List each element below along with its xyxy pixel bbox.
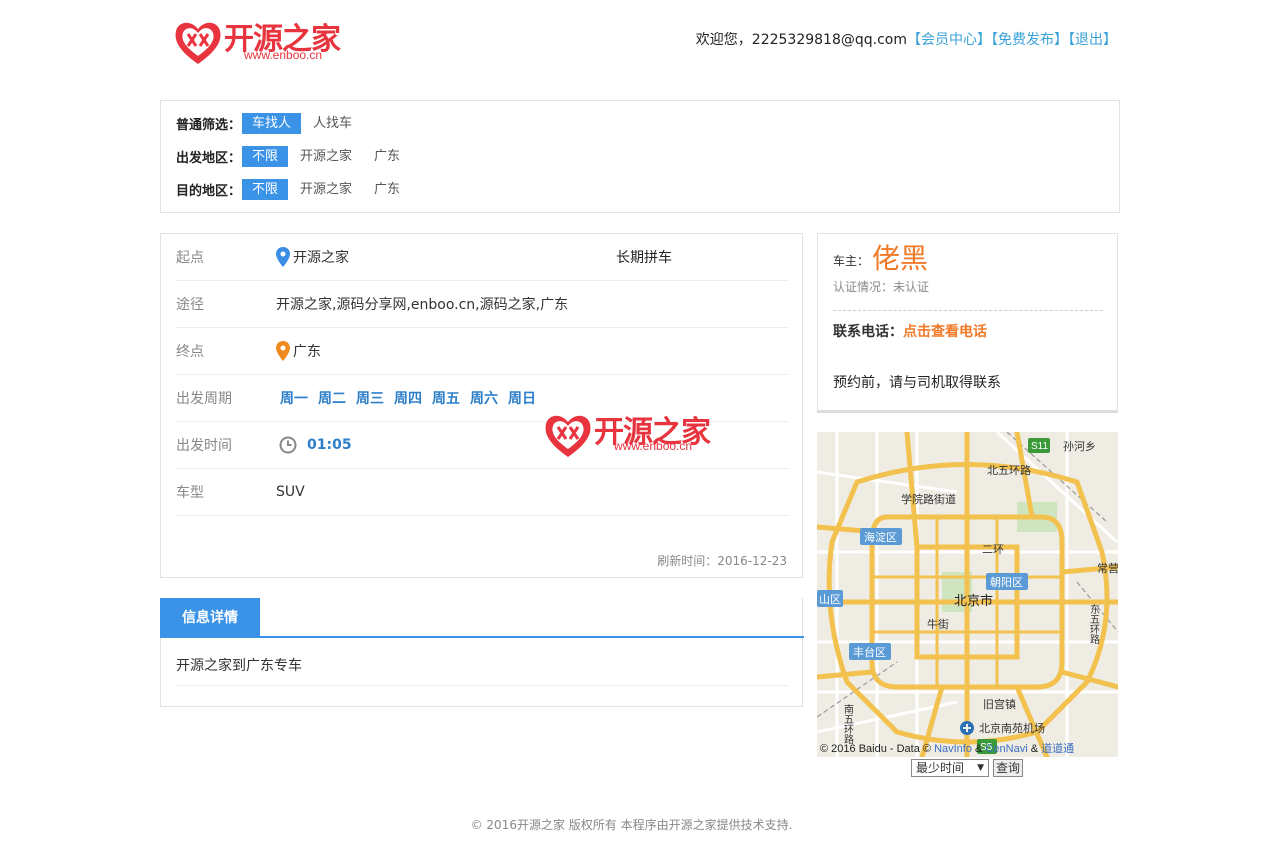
route-row-via: 途径 开源之家,源码分享网,enboo.cn,源码之家,广东	[176, 281, 789, 328]
cycle-label: 出发周期	[176, 391, 232, 407]
map-label-fengtai: 丰台区	[853, 645, 886, 659]
filter-label: 出发地区：	[176, 150, 242, 166]
clock-icon	[279, 436, 297, 454]
filter-label: 普通筛选：	[176, 117, 242, 133]
cennavi-link[interactable]: CenNavi	[985, 743, 1027, 755]
weekday-sat: 周六	[470, 391, 498, 407]
filter-panel: 普通筛选： 车找人 人找车 出发地区： 不限 开源之家 广东 目的地区： 不限 …	[160, 100, 1120, 213]
route-policy-select[interactable]: 最少时间 ▼	[911, 759, 989, 777]
owner-label: 车主：	[833, 254, 870, 268]
filter-option-guangdong[interactable]: 广东	[364, 146, 410, 167]
route-row-start: 起点 开源之家 长期拼车	[176, 234, 789, 281]
map-label-xueyuan: 学院路街道	[901, 492, 956, 506]
filter-option-kaiyuan[interactable]: 开源之家	[290, 179, 362, 200]
dropdown-arrow-icon: ▼	[977, 763, 984, 773]
map-label-shan: 山区	[819, 593, 841, 606]
filter-label: 目的地区：	[176, 183, 242, 199]
route-map[interactable]: 北五环路 学院路街道 海淀区 二环 朝阳区 北京市 山区 牛街 丰台区 旧宫镇 …	[817, 432, 1118, 757]
weekday-mon: 周一	[280, 391, 308, 407]
info-details-panel: 信息详情 开源之家到广东专车	[160, 598, 804, 707]
route-row-end: 终点 广东	[176, 328, 789, 375]
map-label-dongwuhuan: 东五环路	[1088, 603, 1100, 645]
details-body: 开源之家到广东专车	[176, 650, 789, 686]
map-label-chaoyang: 朝阳区	[990, 576, 1023, 589]
filter-option-car-find-people[interactable]: 车找人	[242, 112, 302, 134]
member-center-link[interactable]: 【会员中心】	[907, 32, 991, 48]
navinfo-link[interactable]: NavInfo	[934, 743, 972, 755]
contact-note: 预约前，请与司机取得联系	[833, 375, 1001, 391]
filter-row-destination: 目的地区： 不限 开源之家 广东	[176, 178, 412, 200]
map-label-nanwuhuan: 南五环路	[842, 703, 854, 745]
start-value: 开源之家	[293, 250, 349, 266]
watermark-url: www.enboo.cn	[614, 439, 693, 453]
airport-icon	[960, 721, 974, 735]
map-label-jiugong: 旧宫镇	[983, 697, 1016, 711]
divider	[833, 310, 1103, 311]
weekday-wed: 周三	[356, 391, 384, 407]
query-button[interactable]: 查询	[993, 759, 1024, 777]
filter-row-departure: 出发地区： 不限 开源之家 广东	[176, 145, 412, 167]
route-policy-value: 最少时间	[916, 761, 965, 775]
weekday-thu: 周四	[394, 391, 422, 407]
filter-row-type: 普通筛选： 车找人 人找车	[176, 112, 364, 134]
map-canvas: 北五环路 学院路街道 海淀区 二环 朝阳区 北京市 山区 牛街 丰台区 旧宫镇 …	[817, 432, 1118, 757]
filter-option-any[interactable]: 不限	[242, 145, 289, 167]
end-label: 终点	[176, 344, 204, 360]
weekday-sun: 周日	[508, 391, 536, 407]
map-copyright: © 2016 Baidu - Data © NavInfo & CenNavi …	[820, 740, 1074, 756]
time-label: 出发时间	[176, 438, 232, 454]
welcome-text: 欢迎您，2225329818@qq.com	[695, 32, 907, 48]
logo-url: www.enboo.cn	[244, 48, 323, 62]
car-value: SUV	[276, 484, 305, 500]
car-label: 车型	[176, 485, 204, 501]
phone-label: 联系电话：	[833, 324, 903, 340]
time-value: 01:05	[307, 437, 352, 453]
route-row-car: 车型 SUV	[176, 469, 789, 516]
map-label-beiwuhuan: 北五环路	[987, 464, 1031, 477]
watermark-logo: 开源之家 www.enboo.cn	[542, 405, 742, 461]
map-label-erhuan: 二环	[982, 544, 1004, 556]
heart-logo-icon	[175, 22, 221, 64]
filter-option-people-find-car[interactable]: 人找车	[303, 113, 362, 134]
daodaotong-link[interactable]: 道道通	[1041, 743, 1074, 755]
refresh-time: 刷新时间：2016-12-23	[657, 554, 787, 568]
map-label-niujie: 牛街	[927, 617, 949, 631]
filter-option-any[interactable]: 不限	[242, 178, 289, 200]
map-label-nanyuan: 北京南苑机场	[979, 721, 1045, 735]
trip-type: 长期拼车	[616, 250, 672, 266]
phone-row: 联系电话：点击查看电话	[833, 321, 987, 341]
map-copyright-text: © 2016 Baidu - Data ©	[820, 743, 931, 755]
map-pin-blue-icon	[276, 247, 290, 267]
start-label: 起点	[176, 250, 204, 266]
map-pin-orange-icon	[276, 341, 290, 361]
view-phone-link[interactable]: 点击查看电话	[903, 324, 987, 340]
filter-option-guangdong[interactable]: 广东	[364, 179, 410, 200]
filter-option-kaiyuan[interactable]: 开源之家	[290, 146, 362, 167]
map-label-sunhe: 孙河乡	[1063, 440, 1096, 453]
weekday-tue: 周二	[318, 391, 346, 407]
via-value: 开源之家,源码分享网,enboo.cn,源码之家,广东	[276, 297, 569, 313]
map-label-haidian: 海淀区	[864, 530, 897, 544]
logout-link[interactable]: 【退出】	[1068, 32, 1117, 48]
user-bar: 欢迎您，2225329818@qq.com【会员中心】【免费发布】【退出】	[696, 29, 1117, 49]
owner-panel: 车主： 佬黑 认证情况：未认证 联系电话：点击查看电话 预约前，请与司机取得联系	[817, 233, 1118, 413]
tab-info-details[interactable]: 信息详情	[160, 598, 260, 638]
map-copyright-amp: &	[975, 743, 983, 755]
end-value: 广东	[293, 344, 321, 360]
weekday-fri: 周五	[432, 391, 460, 407]
via-label: 途径	[176, 297, 204, 313]
map-copyright-amp: &	[1030, 743, 1039, 755]
map-controls: 最少时间 ▼ 查询	[911, 759, 1024, 777]
owner-name: 佬黑	[872, 242, 929, 275]
site-logo[interactable]: 开源之家 www.enboo.cn	[172, 14, 352, 70]
heart-watermark-icon	[545, 415, 591, 457]
map-label-beijing: 北京市	[954, 593, 993, 608]
certification-status: 认证情况：未认证	[833, 280, 930, 294]
map-label-s11: S11	[1031, 441, 1048, 452]
footer: © 2016开源之家 版权所有 本程序由开源之家提供技术支持.	[470, 818, 793, 832]
details-header: 信息详情	[160, 598, 804, 638]
free-publish-link[interactable]: 【免费发布】	[991, 32, 1068, 48]
map-label-chang: 常营	[1097, 561, 1118, 575]
